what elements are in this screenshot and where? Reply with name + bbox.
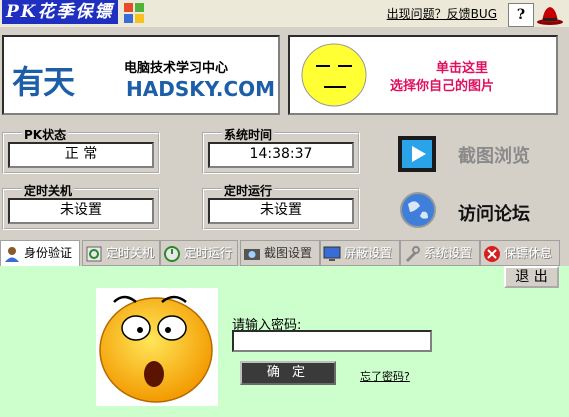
film-play-icon <box>398 136 436 172</box>
tab-timed-shutdown[interactable]: 定时关机 <box>82 240 160 266</box>
exit-button[interactable]: 退 出 <box>504 266 559 288</box>
custom-picture-panel[interactable]: 单击这里 选择你自己的图片 <box>288 35 558 115</box>
custom-picture-hint-2: 选择你自己的图片 <box>390 79 495 94</box>
globe-icon <box>400 192 436 228</box>
tab-timed-run-label: 定时运行 <box>184 246 233 260</box>
hat-icon[interactable] <box>536 2 564 26</box>
tab-screenshot-settings[interactable]: 截图设置 <box>240 240 320 266</box>
custom-picture-hint-1: 单击这里 <box>436 61 489 76</box>
tab-bodyguard-rest[interactable]: 保镖休息 <box>480 240 560 266</box>
visit-forum-button[interactable]: 访问论坛 <box>396 190 556 230</box>
tab-timed-run[interactable]: 定时运行 <box>160 240 238 266</box>
screenshot-icon <box>244 249 260 260</box>
person-icon <box>5 247 19 262</box>
screenshot-browse-label: 截图浏览 <box>458 146 530 167</box>
run-icon <box>164 246 180 262</box>
timed-shutdown-value: 未设置 <box>8 198 154 224</box>
ad-banner[interactable]: 有天 电脑技术学习中心 HADSKY.COM <box>2 35 280 115</box>
tab-timed-shutdown-label: 定时关机 <box>106 246 155 260</box>
shutdown-icon <box>86 246 102 262</box>
neutral-face-icon <box>301 43 367 107</box>
windows-flag-icon <box>124 3 144 23</box>
ad-logo: 有天 <box>12 63 75 101</box>
surprised-face-icon <box>96 288 218 406</box>
tab-identity[interactable]: 身份验证 <box>0 240 80 266</box>
confirm-button[interactable]: 确 定 <box>240 361 336 385</box>
tab-system-settings-label: 系统设置 <box>424 246 473 260</box>
tab-block-settings[interactable]: 屏蔽设置 <box>320 240 400 266</box>
wrench-icon <box>406 246 420 262</box>
monitor-icon <box>323 246 341 261</box>
ad-url: HADSKY.COM <box>126 77 276 101</box>
ad-title: 电脑技术学习中心 <box>124 61 229 76</box>
tab-system-settings[interactable]: 系统设置 <box>400 240 480 266</box>
system-time-value: 14:38:37 <box>208 142 354 168</box>
timed-run-value: 未设置 <box>208 198 354 224</box>
tab-screenshot-settings-label: 截图设置 <box>264 246 313 260</box>
tab-identity-label: 身份验证 <box>24 246 73 260</box>
pk-status-value: 正 常 <box>8 142 154 168</box>
visit-forum-label: 访问论坛 <box>458 204 530 225</box>
forgot-password-link[interactable]: 忘了密码? <box>360 368 410 384</box>
system-time-title: 系统时间 <box>222 126 275 143</box>
report-bug-link[interactable]: 出现问题？反馈BUG <box>387 5 497 22</box>
timed-shutdown-title: 定时关机 <box>22 182 75 199</box>
tab-bodyguard-rest-label: 保镖休息 <box>504 246 553 260</box>
app-logo: PK花季保镖 <box>2 0 118 24</box>
stop-icon <box>484 246 500 262</box>
tab-block-settings-label: 屏蔽设置 <box>344 246 393 260</box>
password-input[interactable] <box>232 330 432 352</box>
tab-bar: 身份验证 定时关机 定时运行 截图设置 屏蔽设置 系统设置 保镖休息 <box>0 240 569 266</box>
timed-run-title: 定时运行 <box>222 182 275 199</box>
screenshot-browse-button[interactable]: 截图浏览 <box>396 134 556 174</box>
pk-status-title: PK状态 <box>22 126 69 143</box>
help-button[interactable]: ? <box>508 3 534 27</box>
